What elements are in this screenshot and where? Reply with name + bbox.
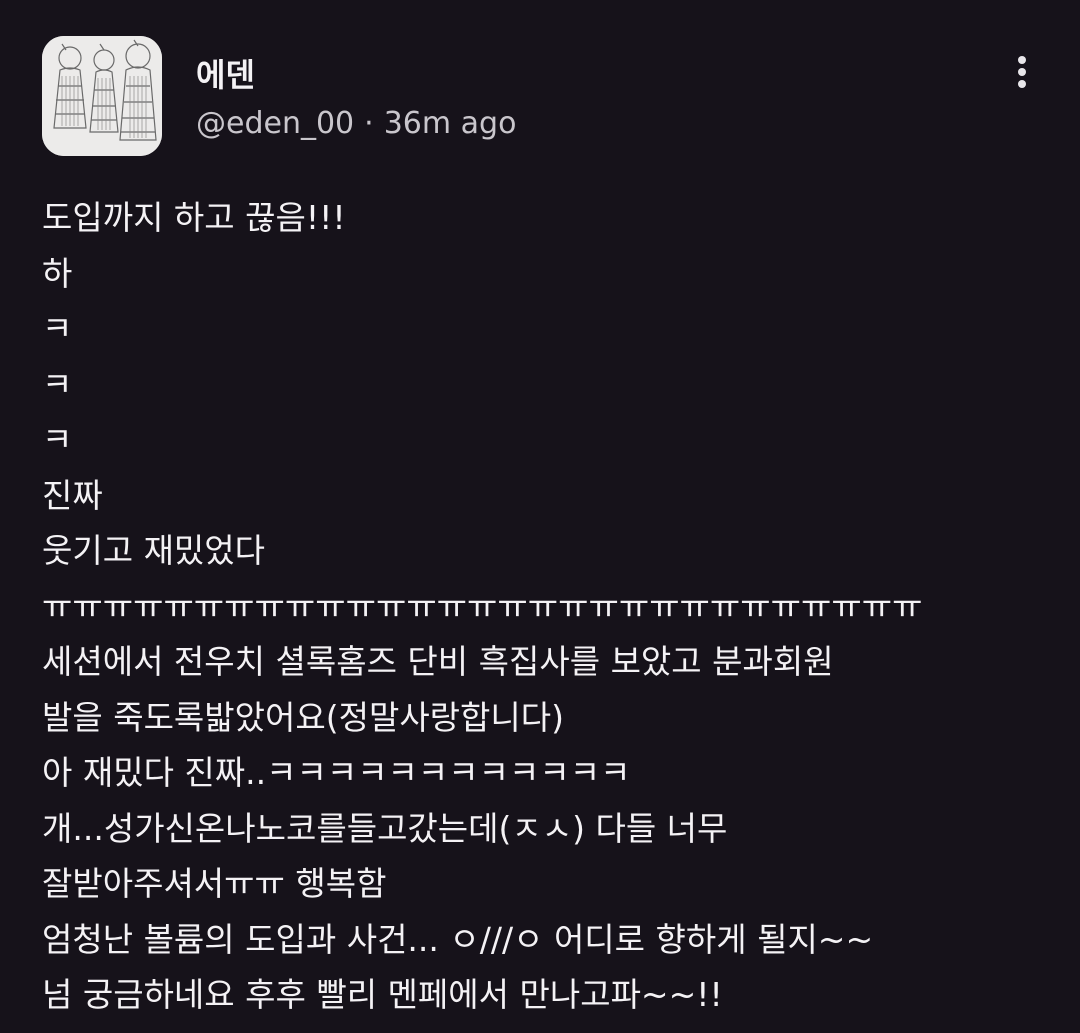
avatar-sketch-image xyxy=(42,36,162,156)
post-text-line: 잘받아주셔서ㅠㅠ 행복함 xyxy=(42,864,387,903)
post-text-line: 발을 죽도록밟았어요(정말사랑합니다) xyxy=(42,697,564,737)
post-text-line: 개...성가신온나노코를들고갔는데(ㅈㅅ) 다들 너무 xyxy=(42,808,728,848)
author-handle[interactable]: @eden_00 xyxy=(196,106,354,141)
post-text-line: 웃기고 재밌었다 xyxy=(42,531,266,570)
post-text-line: 엄청난 볼륨의 도입과 사건... ㅇ///ㅇ 어디로 향하게 될지~~ xyxy=(42,919,874,959)
post-meta: @eden_00 · 36m ago xyxy=(196,106,516,141)
post-header: 에덴 @eden_00 · 36m ago xyxy=(42,36,1042,156)
post-text-line: 하 xyxy=(42,253,73,293)
meta-separator: · xyxy=(364,106,374,141)
post-text-line: ㅋ xyxy=(42,420,73,459)
post-text-line: 진짜 xyxy=(42,475,103,515)
post-body: 도입까지 하고 끊음!!! 하 ㅋ ㅋ ㅋ 진짜 웃기고 재밌었다 ㅠㅠㅠㅠㅠㅠ… xyxy=(42,190,1042,1023)
more-vertical-icon xyxy=(1018,56,1026,64)
avatar[interactable] xyxy=(42,36,162,156)
post-text-line: 세션에서 전우치 셜록홈즈 단비 흑집사를 보았고 분과회원 xyxy=(42,642,834,681)
post-text-line: ㅋ xyxy=(42,309,73,348)
post-text-line: 도입까지 하고 끊음!!! xyxy=(42,198,346,237)
post-text-line: 아 재밌다 진짜..ㅋㅋㅋㅋㅋㅋㅋㅋㅋㅋㅋㅋ xyxy=(42,753,631,792)
post-text-line: ㅠㅠㅠㅠㅠㅠㅠㅠㅠㅠㅠㅠㅠㅠㅠㅠㅠㅠㅠㅠㅠㅠㅠㅠㅠㅠㅠㅠㅠ xyxy=(42,586,923,626)
more-options-button[interactable] xyxy=(1002,52,1042,92)
post-text-line: ㅋ xyxy=(42,364,73,404)
post-timestamp: 36m ago xyxy=(383,106,517,141)
post-card: 에덴 @eden_00 · 36m ago 도입까지 하고 끊음!!! 하 ㅋ ㅋ … xyxy=(0,0,1080,1033)
post-text-line: 넘 궁금하네요 후후 빨리 멘페에서 만나고파~~!! xyxy=(42,975,723,1014)
author-name[interactable]: 에덴 xyxy=(196,50,255,96)
